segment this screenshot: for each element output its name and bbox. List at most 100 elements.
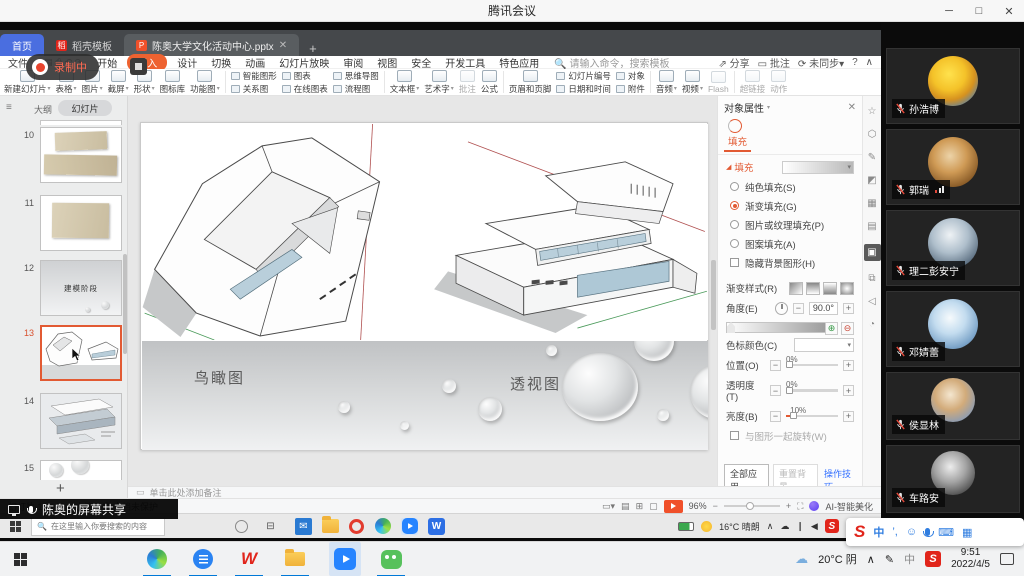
relation-diagram-button[interactable]: 关系图 xyxy=(231,83,277,94)
participant-tile[interactable]: 郭瑞 xyxy=(886,129,1020,205)
outline-toggle[interactable]: 大纲 xyxy=(34,103,52,116)
wordart-button[interactable]: 艺术字▾ xyxy=(424,70,454,95)
ime-mode-icon[interactable]: 中 xyxy=(873,524,884,540)
annotation-button[interactable]: 批注 xyxy=(459,70,476,95)
brightness-slider[interactable]: 10% xyxy=(786,415,838,418)
flowchart-button[interactable]: 流程图 xyxy=(333,83,379,94)
shared-search-box[interactable]: 🔍在这里输入你要搜索的内容 xyxy=(31,517,165,536)
mail-icon[interactable]: ✉ xyxy=(295,518,312,535)
datetime-button[interactable]: 日期和时间 xyxy=(556,83,611,94)
punctuation-icon[interactable]: ’, xyxy=(892,526,898,538)
close-button[interactable]: ✕ xyxy=(994,0,1024,22)
slide-number-button[interactable]: 幻灯片编号 xyxy=(556,70,611,81)
recommend-icon[interactable]: ☆ xyxy=(868,106,877,117)
thumbnails-scrollbar[interactable] xyxy=(123,254,127,354)
hide-background-checkbox[interactable]: 隐藏背景图形(H) xyxy=(718,253,862,272)
tab-home[interactable]: 首页 xyxy=(0,34,44,56)
solid-fill-option[interactable]: 纯色填充(S) xyxy=(718,177,862,196)
edge-icon[interactable] xyxy=(374,518,391,535)
command-search[interactable]: 🔍 请输入命令，搜索模板 xyxy=(554,55,669,70)
fit-screen-icon[interactable]: ⛶ xyxy=(797,501,803,512)
meeting-app-icon[interactable] xyxy=(401,518,418,535)
qr-icon[interactable]: ▦ xyxy=(867,198,876,209)
function-diagram-button[interactable]: 功能图▾ xyxy=(190,70,220,95)
position-slider[interactable]: 0% xyxy=(786,364,838,367)
voice-input-icon[interactable] xyxy=(925,528,930,536)
ai-beautify-button[interactable]: AI-智能美化 xyxy=(825,500,873,513)
share-button[interactable]: ⇗ 分享 xyxy=(719,55,750,70)
perspective-view-image[interactable] xyxy=(428,124,708,340)
sorter-view-icon[interactable]: ▤ xyxy=(621,501,630,512)
record-stop-button[interactable] xyxy=(130,58,147,75)
transparency-decrease[interactable]: − xyxy=(770,385,781,396)
notes-view-icon[interactable]: ▢ xyxy=(649,501,658,512)
pattern-fill-option[interactable]: 图案填充(A) xyxy=(718,234,862,253)
gradient-stop-bar[interactable] xyxy=(726,322,834,333)
slide-canvas[interactable]: 鸟瞰图 透视图 xyxy=(128,96,717,486)
tab-template[interactable]: 稻稻壳模板 xyxy=(44,34,124,56)
menu-tab-view[interactable]: 视图 xyxy=(370,55,404,70)
object-button[interactable]: 对象 xyxy=(616,70,645,81)
panel-close-icon[interactable]: ✕ xyxy=(848,102,856,113)
menu-tab-security[interactable]: 安全 xyxy=(404,55,438,70)
picture-fill-option[interactable]: 图片或纹理填充(P) xyxy=(718,215,862,234)
tray-expand-icon[interactable]: ∧ xyxy=(867,553,875,566)
slide-thumb-11[interactable] xyxy=(40,195,122,251)
formula-button[interactable]: 公式 xyxy=(481,70,498,95)
wechat-taskbar-icon[interactable] xyxy=(379,547,403,571)
tab-close-icon[interactable]: ✕ xyxy=(279,40,287,51)
canvas-scrollbar[interactable] xyxy=(711,260,716,330)
zoom-slider[interactable] xyxy=(724,505,780,507)
explorer-icon[interactable] xyxy=(322,518,339,535)
brightness-increase[interactable]: + xyxy=(843,411,854,422)
participant-tile[interactable]: 孙浩博 xyxy=(886,48,1020,124)
local-weather[interactable]: 20°C 阴 xyxy=(818,551,857,567)
stop-color-dropdown[interactable]: ▾ xyxy=(794,338,854,352)
chart-panel-icon[interactable]: ▤ xyxy=(867,221,876,232)
menu-tab-transition[interactable]: 切换 xyxy=(204,55,238,70)
gradient-stop[interactable] xyxy=(727,322,735,333)
transparency-slider[interactable]: 0% xyxy=(786,389,838,392)
audio-panel-icon[interactable]: ◁ xyxy=(868,296,876,307)
comment-button[interactable]: ▭ 批注 xyxy=(758,55,790,70)
position-increase[interactable]: + xyxy=(843,360,854,371)
reading-view-icon[interactable]: ⊞ xyxy=(636,501,644,512)
mindmap-button[interactable]: 思维导图 xyxy=(333,70,379,81)
chart-button[interactable]: 图表 xyxy=(282,70,328,81)
fill-tab[interactable]: 填充 xyxy=(724,134,751,152)
angle-value[interactable]: 90.0° xyxy=(809,302,838,315)
slide-thumb-15[interactable] xyxy=(40,460,122,480)
docs-taskbar-icon[interactable] xyxy=(191,547,215,571)
help-panel-icon[interactable]: ◔ xyxy=(869,319,875,330)
slide-thumb-10[interactable] xyxy=(40,127,122,183)
zoom-slider-thumb[interactable] xyxy=(746,502,754,510)
menu-tab-slideshow[interactable]: 幻灯片放映 xyxy=(272,55,336,70)
add-stop-button[interactable]: ⊕ xyxy=(825,322,838,335)
angle-dial[interactable] xyxy=(775,302,788,315)
slide-thumb-12[interactable]: 建模阶段 xyxy=(40,260,122,316)
sogou-logo-icon[interactable]: S xyxy=(854,522,865,542)
cortana-icon[interactable] xyxy=(235,520,248,533)
menu-tab-animation[interactable]: 动画 xyxy=(238,55,272,70)
remove-stop-button[interactable]: ⊖ xyxy=(841,322,854,335)
flash-button[interactable]: Flash xyxy=(708,71,729,94)
position-decrease[interactable]: − xyxy=(770,360,781,371)
shared-start-button[interactable] xyxy=(10,521,21,532)
slide-13-editing[interactable]: 鸟瞰图 透视图 xyxy=(140,122,708,450)
zoom-out-icon[interactable]: − xyxy=(713,501,718,511)
video-button[interactable]: 视频▾ xyxy=(682,70,703,95)
edit-icon[interactable]: ✎ xyxy=(868,152,876,163)
sync-status[interactable]: ⟳ 未同步▾ xyxy=(798,55,844,70)
participant-tile[interactable]: 车路安 xyxy=(886,445,1020,513)
ink-icon[interactable]: ✎ xyxy=(885,553,894,566)
participant-tile[interactable]: 理二彭安宁 xyxy=(886,210,1020,286)
notes-bar[interactable]: ▭ 单击此处添加备注 xyxy=(128,486,881,498)
gradient-fill-option[interactable]: 渐变填充(G) xyxy=(718,196,862,215)
explorer-taskbar-icon[interactable] xyxy=(283,547,307,571)
normal-view-icon[interactable]: ▭▾ xyxy=(602,501,615,512)
minimize-button[interactable]: ─ xyxy=(934,0,964,22)
transparency-increase[interactable]: + xyxy=(843,385,854,396)
attachment-button[interactable]: 附件 xyxy=(616,83,645,94)
birdseye-view-image[interactable] xyxy=(142,124,425,340)
textbox-button[interactable]: 文本框▾ xyxy=(390,70,420,95)
